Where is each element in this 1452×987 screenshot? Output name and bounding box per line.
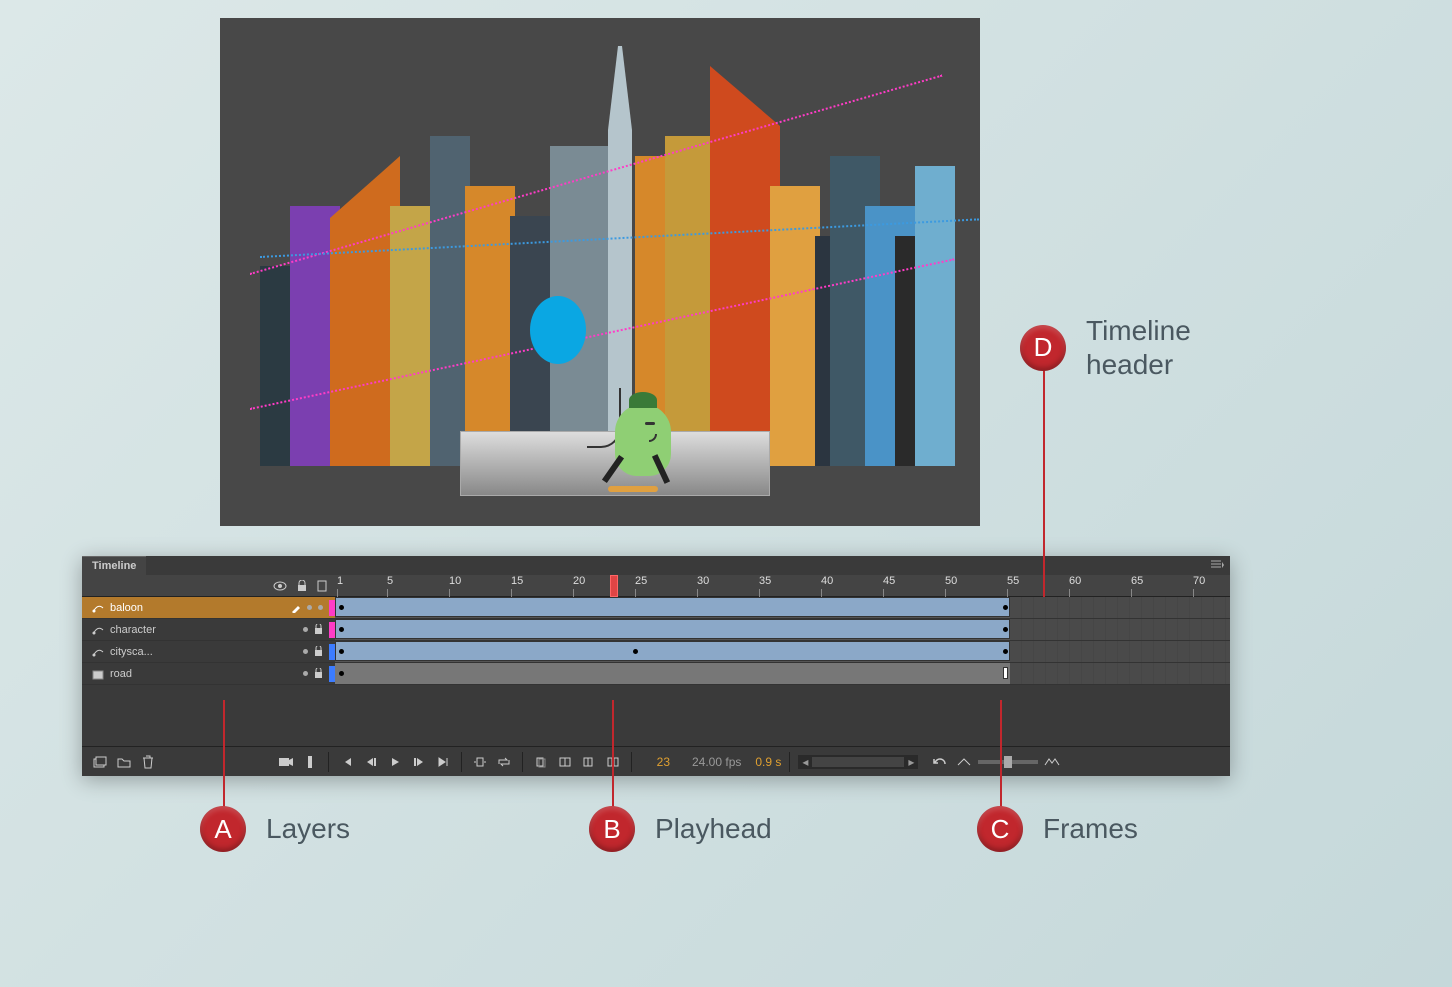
- pencil-icon: [291, 603, 301, 613]
- layer-row-road[interactable]: road: [82, 663, 1230, 685]
- last-frame-button[interactable]: [433, 752, 453, 772]
- first-frame-button[interactable]: [337, 752, 357, 772]
- panel-tab-timeline[interactable]: Timeline: [82, 556, 146, 575]
- callout-b: B Playhead: [589, 806, 772, 852]
- onion-outline-button[interactable]: [555, 752, 575, 772]
- motion-guide-icon: [92, 624, 104, 636]
- callout-a: A Layers: [200, 806, 350, 852]
- zoom-out-button[interactable]: [954, 752, 974, 772]
- callout-line-b: [612, 700, 614, 810]
- motion-guide-icon: [92, 646, 104, 658]
- playhead[interactable]: [610, 575, 618, 597]
- timeline-header-row: 1 5 10 15 20 25 30 35 40 45 50 55 60 65 …: [82, 575, 1230, 597]
- step-back-button[interactable]: [361, 752, 381, 772]
- onion-skin-button[interactable]: [531, 752, 551, 772]
- motion-guide-icon: [92, 602, 104, 614]
- center-frame-button[interactable]: [470, 752, 490, 772]
- layer-row-cityscape[interactable]: citysca...: [82, 641, 1230, 663]
- fps-display[interactable]: 24.00 fps: [692, 755, 741, 769]
- undo-button[interactable]: [930, 752, 950, 772]
- edit-multiple-button[interactable]: [579, 752, 599, 772]
- elapsed-time-display[interactable]: 0.9 s: [755, 755, 781, 769]
- frame-ruler[interactable]: 1 5 10 15 20 25 30 35 40 45 50 55 60 65 …: [335, 575, 1230, 597]
- panel-menu-icon[interactable]: [1210, 560, 1224, 570]
- callout-d: D Timeline header: [1020, 314, 1191, 381]
- callout-c: C Frames: [977, 806, 1138, 852]
- marker-button[interactable]: [300, 752, 320, 772]
- layer-icon: [92, 668, 104, 680]
- stage-preview: [220, 18, 980, 526]
- loop-button[interactable]: [494, 752, 514, 772]
- badge-d: D: [1020, 325, 1066, 371]
- callout-line-a: [223, 700, 225, 810]
- outline-icon[interactable]: [317, 580, 327, 592]
- timeline-footer: 23 24.00 fps 0.9 s ◂▸: [82, 746, 1230, 776]
- step-forward-button[interactable]: [409, 752, 429, 772]
- lock-icon[interactable]: [314, 624, 323, 635]
- visibility-icon[interactable]: [273, 581, 287, 591]
- zoom-in-button[interactable]: [1042, 752, 1062, 772]
- layer-row-character[interactable]: character: [82, 619, 1230, 641]
- callout-line-d: [1043, 352, 1045, 582]
- timeline-panel: Timeline 1 5 10 15 20 25 30 35 40 45 50 …: [82, 556, 1230, 776]
- current-frame-display[interactable]: 23: [640, 755, 670, 769]
- horizontal-scrollbar[interactable]: ◂▸: [798, 755, 918, 769]
- badge-c: C: [977, 806, 1023, 852]
- lock-icon[interactable]: [314, 668, 323, 679]
- callout-line-d2: [1043, 582, 1045, 597]
- layer-row-baloon[interactable]: baloon: [82, 597, 1230, 619]
- lock-icon[interactable]: [297, 580, 307, 592]
- zoom-slider[interactable]: [978, 760, 1038, 764]
- badge-a: A: [200, 806, 246, 852]
- badge-b: B: [589, 806, 635, 852]
- play-button[interactable]: [385, 752, 405, 772]
- new-folder-button[interactable]: [114, 752, 134, 772]
- camera-button[interactable]: [276, 752, 296, 772]
- new-layer-button[interactable]: [90, 752, 110, 772]
- delete-button[interactable]: [138, 752, 158, 772]
- callout-line-c: [1000, 700, 1002, 810]
- lock-icon[interactable]: [314, 646, 323, 657]
